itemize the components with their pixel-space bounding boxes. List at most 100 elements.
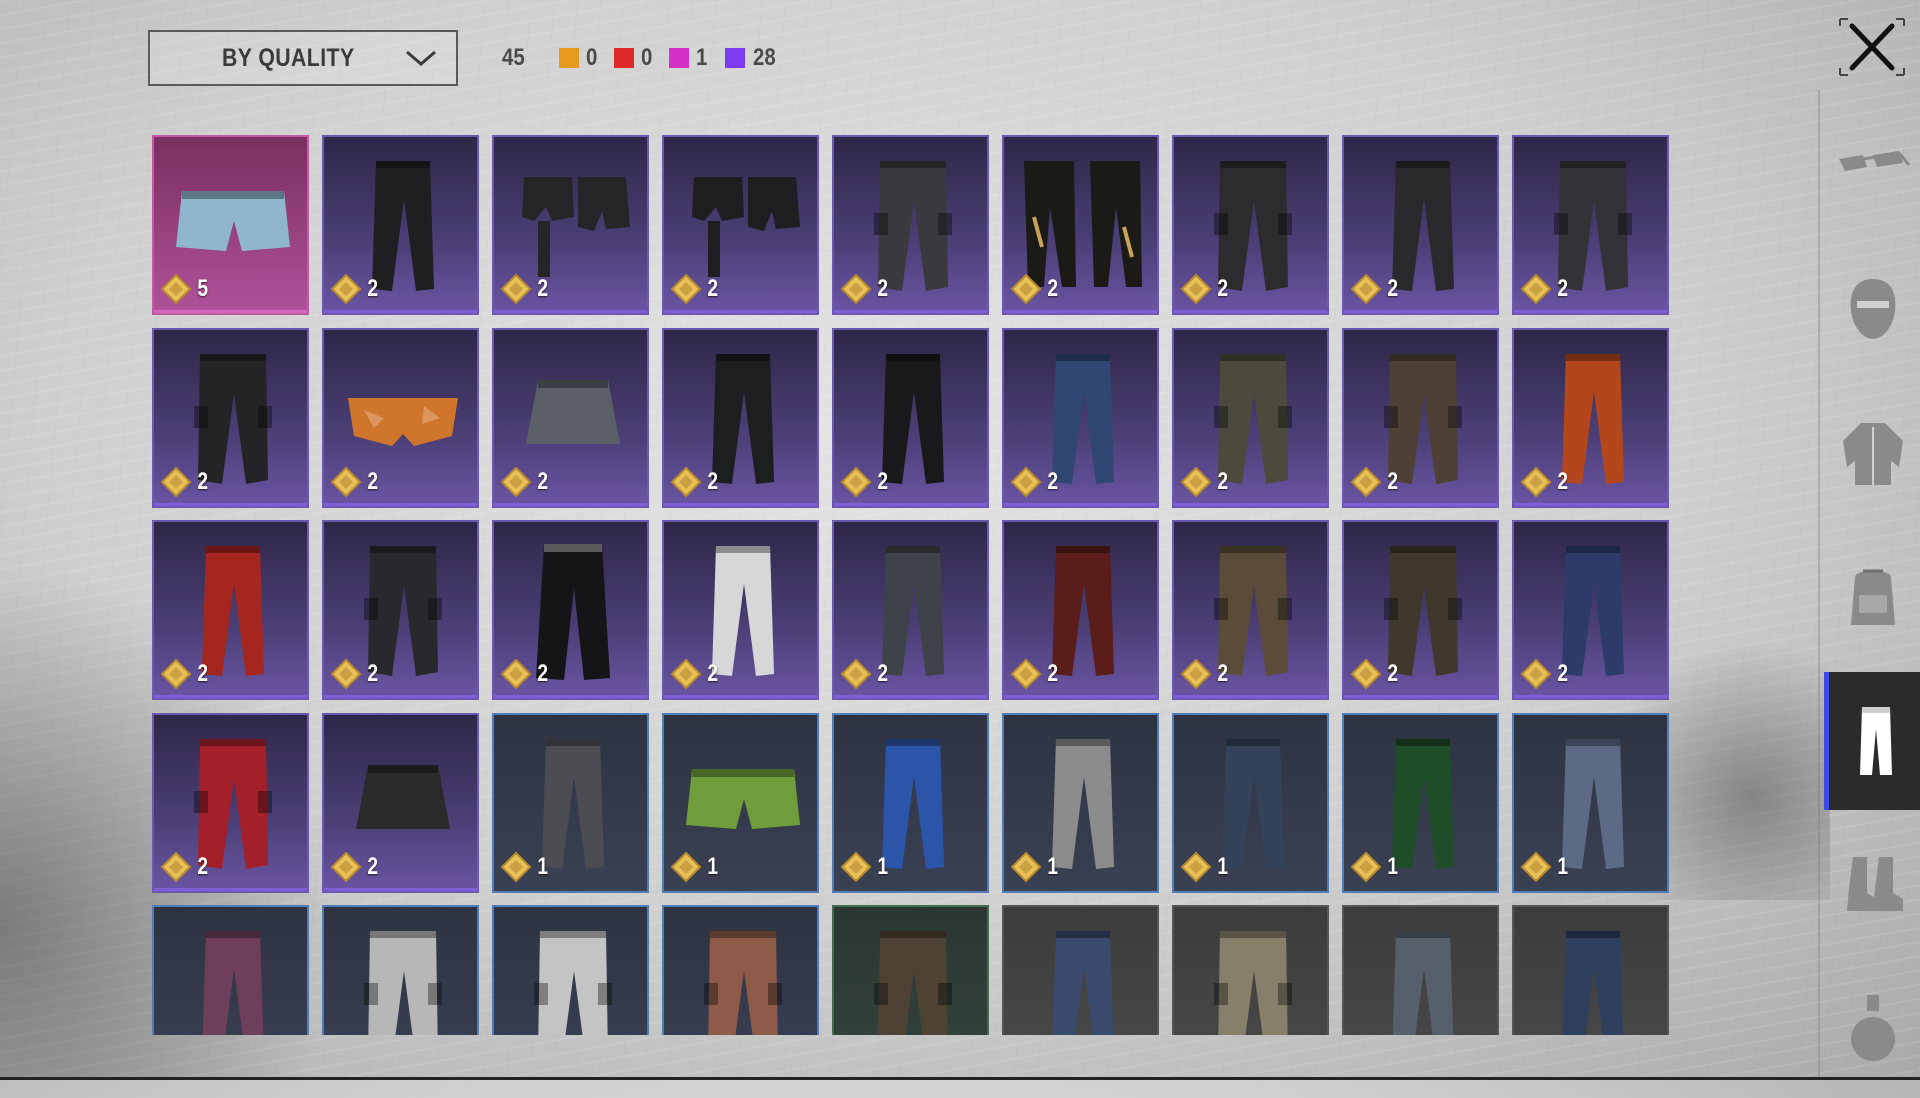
inventory-item[interactable] (492, 905, 649, 1035)
coupon-icon (1520, 658, 1552, 690)
inventory-item[interactable] (152, 905, 309, 1035)
pants-icon (704, 931, 782, 1035)
coupon-icon (670, 658, 702, 690)
rail-item-pants[interactable] (1824, 672, 1920, 810)
item-quantity: 2 (877, 275, 889, 302)
coupon-icon (1350, 851, 1382, 882)
inventory-item[interactable] (1172, 905, 1329, 1035)
inventory-item[interactable]: 2 (322, 712, 479, 893)
inventory-item[interactable]: 2 (832, 135, 989, 315)
inventory-item[interactable]: 2 (662, 135, 819, 315)
item-quantity: 2 (1557, 660, 1569, 687)
quantity-badge: 2 (500, 273, 549, 305)
quantity-badge: 1 (670, 851, 719, 883)
inventory-item[interactable] (1512, 905, 1669, 1035)
quantity-badge: 2 (1010, 273, 1059, 305)
item-quantity: 2 (1557, 467, 1569, 495)
quantity-badge: 1 (1010, 851, 1059, 883)
inventory-item[interactable]: 2 (662, 327, 819, 508)
rail-item-backpack[interactable] (1824, 528, 1920, 666)
inventory-item[interactable]: 2 (322, 520, 479, 700)
item-quantity: 5 (197, 275, 209, 302)
inventory-item[interactable]: 1 (492, 712, 649, 893)
item-quantity: 2 (537, 467, 549, 495)
quantity-badge: 2 (1520, 658, 1569, 690)
inventory-item[interactable]: 2 (1172, 520, 1329, 700)
coupon-icon (500, 658, 532, 690)
inventory-item[interactable]: 1 (1002, 712, 1159, 893)
quantity-badge: 2 (160, 466, 209, 498)
inventory-item[interactable]: 2 (152, 520, 309, 700)
sort-dropdown[interactable]: BY QUALITY (148, 30, 458, 86)
coupon-icon (1010, 658, 1042, 690)
item-quantity: 2 (367, 275, 379, 302)
inventory-item[interactable]: 2 (1002, 135, 1159, 315)
inventory-item[interactable]: 2 (322, 327, 479, 508)
inventory-item[interactable]: 2 (492, 327, 649, 508)
quantity-badge: 2 (1180, 273, 1229, 305)
item-quantity: 1 (877, 852, 889, 880)
coupon-icon (160, 658, 192, 690)
inventory-item[interactable]: 2 (1342, 135, 1499, 315)
inventory-item[interactable]: 1 (1512, 712, 1669, 893)
pants-icon (1214, 931, 1292, 1035)
inventory-item[interactable]: 1 (1342, 712, 1499, 893)
quality-count-value: 1 (696, 44, 708, 71)
close-button[interactable] (1836, 16, 1908, 78)
coupon-icon (1520, 466, 1552, 497)
inventory-item[interactable]: 5 (152, 135, 309, 315)
coupon-icon (1520, 273, 1552, 305)
quantity-badge: 2 (330, 658, 379, 690)
inventory-item[interactable]: 2 (1172, 327, 1329, 508)
quantity-badge: 2 (330, 273, 379, 305)
quantity-badge: 2 (1010, 658, 1059, 690)
inventory-item[interactable]: 2 (662, 520, 819, 700)
inventory-item[interactable] (1342, 905, 1499, 1035)
inventory-item[interactable] (1002, 905, 1159, 1035)
inventory-item[interactable]: 2 (832, 327, 989, 508)
item-quantity: 1 (707, 852, 719, 880)
inventory-item[interactable]: 2 (1342, 327, 1499, 508)
inventory-item[interactable]: 2 (1512, 135, 1669, 315)
inventory-item[interactable]: 2 (1512, 327, 1669, 508)
item-quantity: 2 (877, 467, 889, 495)
coupon-icon (330, 851, 362, 882)
rail-item-glasses[interactable] (1824, 96, 1920, 234)
rail-item-boots[interactable] (1824, 816, 1920, 954)
backpack-icon (1851, 569, 1895, 625)
inventory-item[interactable]: 2 (1172, 135, 1329, 315)
inventory-item[interactable]: 2 (492, 520, 649, 700)
pants-icon (364, 931, 442, 1035)
inventory-item[interactable]: 2 (832, 520, 989, 700)
coupon-icon (1520, 851, 1552, 882)
total-count: 45 (502, 44, 525, 71)
rail-item-mask[interactable] (1824, 240, 1920, 378)
inventory-item[interactable]: 2 (1512, 520, 1669, 700)
coupon-icon (1350, 273, 1382, 305)
inventory-item[interactable] (322, 905, 479, 1035)
pants-icon (1562, 931, 1624, 1035)
quality-swatch (669, 48, 690, 68)
inventory-item[interactable]: 2 (152, 712, 309, 893)
quantity-badge: 2 (1350, 273, 1399, 305)
item-quantity: 2 (1217, 467, 1229, 495)
inventory-item[interactable] (662, 905, 819, 1035)
inventory-item[interactable]: 2 (1002, 327, 1159, 508)
quantity-badge: 5 (160, 273, 209, 305)
grenade-icon (1851, 995, 1895, 1061)
item-quantity: 2 (367, 852, 379, 880)
inventory-item[interactable] (832, 905, 989, 1035)
inventory-item[interactable]: 2 (492, 135, 649, 315)
inventory-item[interactable]: 1 (1172, 712, 1329, 893)
inventory-item[interactable]: 2 (152, 327, 309, 508)
coupon-icon (1010, 851, 1042, 882)
inventory-item[interactable]: 1 (832, 712, 989, 893)
inventory-item[interactable]: 2 (322, 135, 479, 315)
inventory-item[interactable]: 2 (1342, 520, 1499, 700)
category-rail (1818, 90, 1920, 1080)
inventory-item[interactable]: 1 (662, 712, 819, 893)
rail-item-jacket[interactable] (1824, 384, 1920, 522)
quantity-badge: 2 (1180, 658, 1229, 690)
quantity-badge: 2 (1180, 466, 1229, 498)
inventory-item[interactable]: 2 (1002, 520, 1159, 700)
